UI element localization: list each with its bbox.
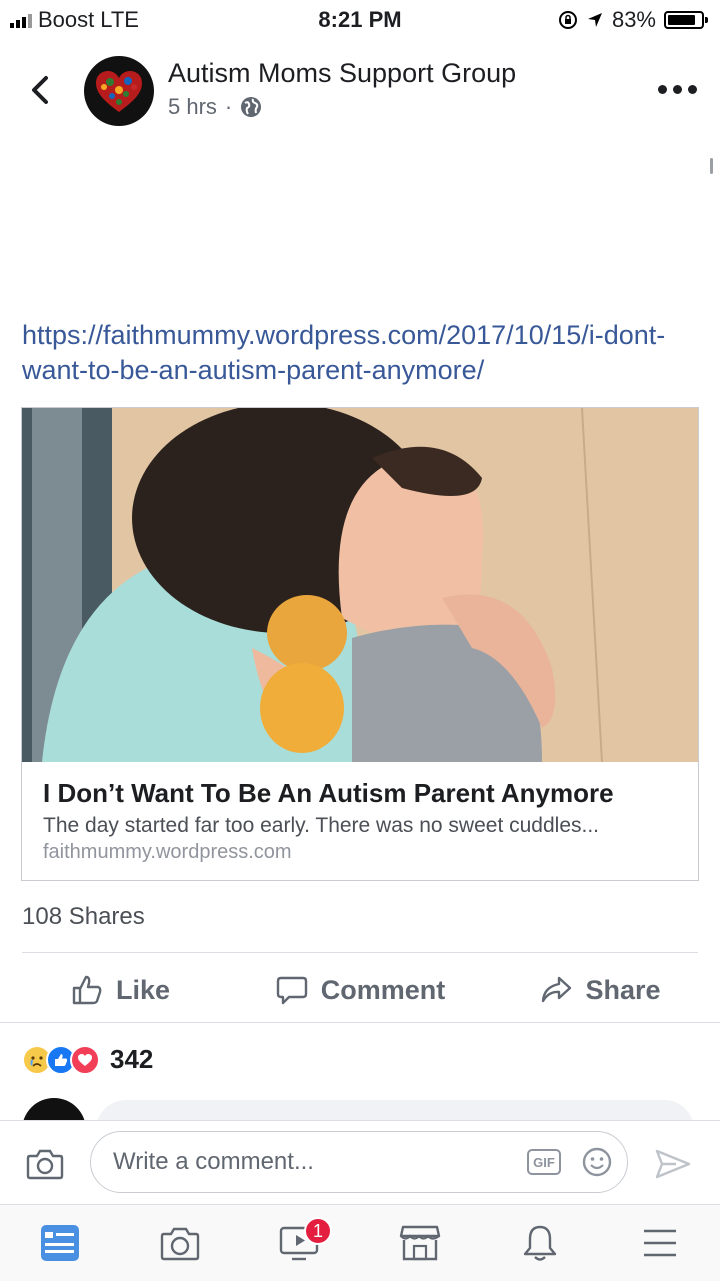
tab-notifications[interactable] bbox=[480, 1205, 600, 1281]
preview-title[interactable]: I Don’t Want To Be An Autism Parent Anym… bbox=[43, 778, 614, 809]
back-icon[interactable] bbox=[26, 72, 56, 108]
share-label: Share bbox=[585, 974, 661, 1005]
marketplace-icon bbox=[399, 1225, 441, 1261]
tab-news-feed[interactable] bbox=[0, 1205, 120, 1281]
more-icon bbox=[658, 84, 667, 94]
comment-input[interactable]: Write a comment... GIF bbox=[90, 1131, 628, 1193]
battery-icon bbox=[664, 11, 708, 29]
comment-icon bbox=[276, 976, 307, 1005]
preview-description: The day started far too early. There was… bbox=[43, 814, 600, 837]
camera-icon bbox=[160, 1227, 200, 1261]
more-options-button[interactable] bbox=[658, 82, 698, 96]
comment-placeholder: Write a comment... bbox=[113, 1148, 314, 1175]
like-label: Like bbox=[115, 974, 171, 1005]
reaction-count: 342 bbox=[110, 1044, 154, 1074]
location-icon bbox=[587, 13, 602, 27]
heart-puzzle-icon bbox=[96, 71, 142, 112]
status-right: 83% bbox=[558, 7, 708, 33]
tab-video[interactable]: 1 bbox=[240, 1205, 360, 1281]
rotation-lock-icon bbox=[558, 11, 577, 29]
like-icon bbox=[72, 975, 102, 1005]
bottom-tab-bar: 1 bbox=[0, 1204, 720, 1281]
love-reaction-icon bbox=[70, 1044, 100, 1075]
meta-separator: · bbox=[224, 94, 233, 119]
group-name[interactable]: Autism Moms Support Group bbox=[168, 58, 516, 89]
group-avatar[interactable] bbox=[84, 56, 154, 126]
status-bar: Boost LTE 8:21 PM 83% bbox=[0, 0, 720, 40]
shares-count[interactable]: 108 Shares bbox=[22, 903, 145, 931]
comment-button[interactable]: Comment bbox=[240, 960, 480, 1020]
battery-percent: 83% bbox=[611, 7, 656, 32]
preview-image[interactable] bbox=[22, 408, 698, 762]
post-time[interactable]: 5 hrs bbox=[168, 94, 217, 120]
tab-camera[interactable] bbox=[120, 1205, 240, 1281]
divider bbox=[22, 952, 698, 953]
action-bar: Like Comment Share bbox=[0, 960, 720, 1020]
tab-marketplace[interactable] bbox=[360, 1205, 480, 1281]
share-button[interactable]: Share bbox=[480, 960, 720, 1020]
post-meta: 5 hrs · bbox=[168, 94, 262, 120]
send-icon[interactable] bbox=[654, 1147, 692, 1181]
post-link[interactable]: https://faithmummy.wordpress.com/2017/10… bbox=[22, 318, 682, 388]
notifications-icon bbox=[523, 1225, 557, 1261]
comment-label: Comment bbox=[320, 974, 446, 1005]
globe-icon bbox=[241, 97, 262, 117]
tab-menu[interactable] bbox=[600, 1205, 720, 1281]
video-badge: 1 bbox=[304, 1217, 332, 1245]
menu-icon bbox=[644, 1229, 676, 1257]
comment-composer: Write a comment... GIF bbox=[0, 1120, 720, 1205]
news-feed-icon bbox=[41, 1225, 79, 1261]
divider bbox=[0, 1022, 720, 1023]
share-icon bbox=[542, 976, 572, 1003]
reactions-summary[interactable]: 342 bbox=[22, 1044, 153, 1075]
camera-icon[interactable] bbox=[26, 1147, 64, 1181]
like-button[interactable]: Like bbox=[0, 960, 240, 1020]
scrollbar[interactable] bbox=[710, 158, 713, 174]
emoji-icon[interactable] bbox=[581, 1146, 613, 1178]
link-preview-card[interactable]: I Don’t Want To Be An Autism Parent Anym… bbox=[21, 407, 699, 881]
gif-icon[interactable]: GIF bbox=[527, 1149, 561, 1175]
preview-domain: faithmummy.wordpress.com bbox=[43, 841, 292, 863]
